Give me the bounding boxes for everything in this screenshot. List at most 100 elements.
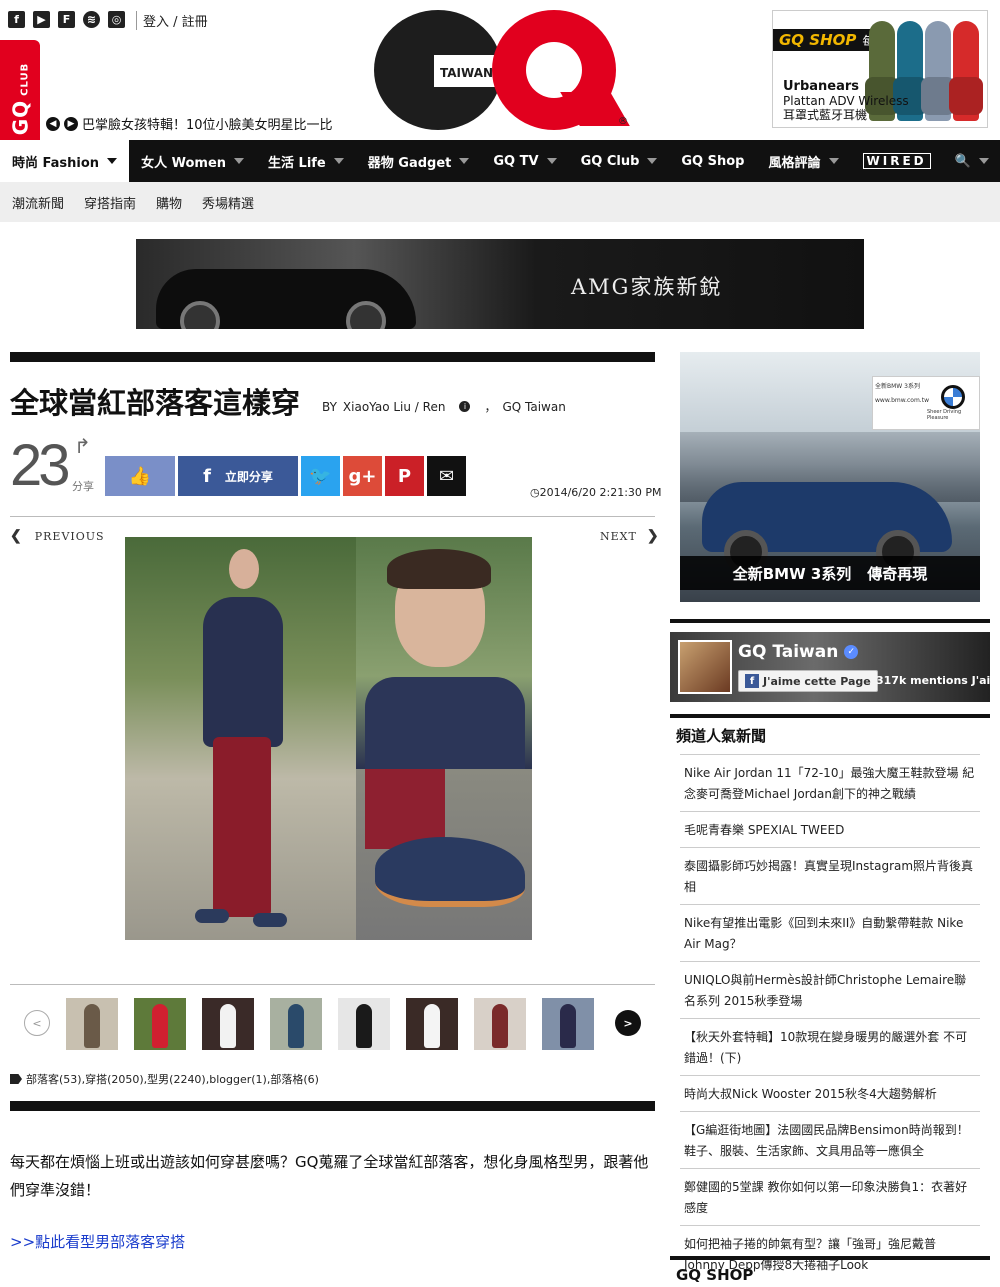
- author-name[interactable]: XiaoYao Liu / Ren: [343, 400, 446, 414]
- headphone-image: [925, 21, 951, 121]
- club-badge: GQ: [8, 99, 32, 136]
- gallery-thumbnail[interactable]: [134, 998, 186, 1050]
- share-label: 分享: [72, 480, 94, 493]
- gq-shop-title: GQ SHOP: [676, 1266, 754, 1284]
- verified-icon: ✓: [844, 645, 859, 659]
- news-ticker: ◀ ▶ 巴掌臉女孩特輯！10位小臉美女明星比一比: [46, 114, 333, 133]
- bmw-caption: 全新BMW 3系列 傳奇再現: [680, 556, 980, 590]
- sidebar-rule: [670, 714, 990, 718]
- next-link[interactable]: NEXT ❯: [600, 528, 660, 544]
- article-main-image[interactable]: [125, 537, 532, 940]
- article-body-rule: [10, 1101, 655, 1111]
- previous-link[interactable]: ❮ PREVIOUS: [10, 528, 105, 544]
- info-icon[interactable]: i: [459, 401, 471, 412]
- nav-item[interactable]: GQ Club: [569, 140, 670, 182]
- gallery-thumbnail[interactable]: [66, 998, 118, 1050]
- popular-news-item[interactable]: 鄭健國的5堂課 教你如何以第一印象決勝負1：衣著好感度: [680, 1168, 980, 1225]
- chevron-left-icon: ❮: [10, 528, 23, 544]
- googleplus-share-button[interactable]: g+: [343, 456, 382, 496]
- social-links: f ▶ F ≋ ◎: [8, 11, 125, 28]
- thumbs-up-icon: 👍: [128, 465, 152, 487]
- nav-item[interactable]: GQ Shop: [669, 140, 756, 182]
- popular-news-item[interactable]: UNIQLO與前Hermès設計師Christophe Lemaire聯名系列 …: [680, 961, 980, 1018]
- sidebar-rule: [670, 1256, 990, 1260]
- pinterest-share-button[interactable]: P: [385, 456, 424, 496]
- ticker-prev-icon[interactable]: ◀: [46, 116, 60, 131]
- email-share-button[interactable]: ✉: [427, 456, 466, 496]
- sub-nav: 潮流新聞 穿搭指南 購物 秀場精選: [0, 182, 1000, 222]
- instagram-icon[interactable]: ◎: [108, 11, 125, 28]
- facebook-icon[interactable]: f: [8, 11, 25, 28]
- facebook-icon: f: [203, 465, 211, 487]
- headphone-image: [953, 21, 979, 121]
- popular-news-item[interactable]: Nike Air Jordan 11「72-10」最強大魔王鞋款登場 紀念麥可喬…: [680, 754, 980, 811]
- tag-icon: [10, 1074, 22, 1084]
- popular-news-item[interactable]: 【G編逛街地圖】法國國民品牌Bensimon時尚報到！鞋子、服裝、生活家飾、文具…: [680, 1111, 980, 1168]
- subnav-item[interactable]: 購物: [156, 193, 182, 212]
- nav-item[interactable]: 風格評論: [757, 140, 851, 182]
- like-button[interactable]: 👍: [105, 456, 175, 496]
- twitter-share-button[interactable]: 🐦: [301, 456, 340, 496]
- chevron-down-icon: [107, 158, 118, 164]
- banner-text: AMG家族新銳: [571, 275, 723, 299]
- nav-item[interactable]: 生活 Life: [256, 140, 356, 182]
- gallery-thumbnail[interactable]: [202, 998, 254, 1050]
- source-name: GQ Taiwan: [502, 399, 566, 414]
- subnav-item[interactable]: 穿搭指南: [84, 193, 136, 212]
- subnav-item[interactable]: 秀場精選: [202, 193, 254, 212]
- popular-news-item[interactable]: Nike有望推出電影《回到未來II》自動繫帶鞋款 Nike Air Mag？: [680, 904, 980, 961]
- amg-banner-ad[interactable]: AMG家族新銳: [136, 239, 864, 329]
- chevron-down-icon: [546, 158, 557, 164]
- fb-page-name[interactable]: GQ Taiwan ✓: [738, 642, 859, 662]
- top-bar: f ▶ F ≋ ◎ 登入 / 註冊 ◀ ▶ 巴掌臉女孩特輯！10位小臉美女明星比…: [0, 0, 1000, 140]
- bmw-logo-icon: [941, 385, 965, 409]
- popular-news-item[interactable]: 泰國攝影師巧妙揭露！真實呈現Instagram照片背後真相: [680, 847, 980, 904]
- nav-search[interactable]: 🔍: [943, 140, 1000, 182]
- gq-logo[interactable]: TAIWAN ®: [374, 10, 630, 132]
- youtube-icon[interactable]: ▶: [33, 11, 50, 28]
- thumbnail-prev-button[interactable]: <: [24, 1010, 50, 1036]
- gallery-thumbnail[interactable]: [542, 998, 594, 1050]
- search-icon[interactable]: 🔍: [955, 154, 971, 169]
- fb-mentions: 317k mentions J'aime: [876, 674, 990, 687]
- blogger-style-link[interactable]: >>點此看型男部落客穿搭: [10, 1231, 185, 1252]
- ticker-next-icon[interactable]: ▶: [64, 116, 78, 131]
- flipboard-icon[interactable]: F: [58, 11, 75, 28]
- nav-item[interactable]: 器物 Gadget: [356, 140, 482, 182]
- gallery-thumbnail[interactable]: [474, 998, 526, 1050]
- popular-news-list: Nike Air Jordan 11「72-10」最強大魔王鞋款登場 紀念麥可喬…: [680, 754, 980, 1282]
- clock-icon: ◷: [530, 486, 540, 499]
- club-small-label: CLUB: [19, 62, 30, 96]
- gq-shop-ad[interactable]: GQ SHOP每週 Urbanears Plattan ADV Wireless…: [772, 10, 988, 128]
- gallery-thumbnail[interactable]: [338, 998, 390, 1050]
- facebook-icon: f: [745, 674, 759, 688]
- bmw-ad[interactable]: 全新BMW 3系列 www.bmw.com.tw Sheer Driving Pl…: [680, 352, 980, 602]
- subnav-item[interactable]: 潮流新聞: [12, 193, 64, 212]
- spotify-icon[interactable]: ≋: [83, 11, 100, 28]
- gallery-thumbnail[interactable]: [270, 998, 322, 1050]
- popular-news-item[interactable]: 【秋天外套特輯】10款現在變身暖男的嚴選外套 不可錯過！(下): [680, 1018, 980, 1075]
- nav-item[interactable]: WIRED: [851, 140, 943, 182]
- ticker-headline[interactable]: 巴掌臉女孩特輯！10位小臉美女明星比一比: [82, 114, 333, 133]
- chevron-down-icon: [647, 158, 658, 164]
- popular-news-item[interactable]: 毛呢青春樂 SPEXIAL TWEED: [680, 811, 980, 847]
- shop-ad-product: Urbanears Plattan ADV Wireless 耳罩式藍牙耳機: [783, 79, 909, 123]
- nav-item[interactable]: 時尚 Fashion: [0, 140, 130, 182]
- nav-item[interactable]: GQ TV: [481, 140, 568, 182]
- tag-links[interactable]: 部落客(53),穿搭(2050),型男(2240),blogger(1),部落格…: [26, 1071, 319, 1087]
- byline: BY XiaoYao Liu / Ren i ， GQ Taiwan: [322, 399, 566, 415]
- thumbnail-next-button[interactable]: >: [615, 1010, 641, 1036]
- fb-like-button[interactable]: f J'aime cette Page: [738, 670, 878, 692]
- publish-date: ◷2014/6/20 2:21:30 PM: [530, 486, 662, 499]
- nav-item[interactable]: 女人 Women: [129, 140, 256, 182]
- chevron-down-icon: [459, 158, 470, 164]
- facebook-share-button[interactable]: f 立即分享: [178, 456, 298, 496]
- facebook-page-widget[interactable]: GQ Taiwan ✓ f J'aime cette Page 317k menti…: [670, 632, 990, 702]
- gallery-thumbnail[interactable]: [406, 998, 458, 1050]
- popular-news-item[interactable]: 時尚大叔Nick Wooster 2015秋冬4大趨勢解析: [680, 1075, 980, 1111]
- fb-page-avatar: [678, 640, 732, 694]
- login-link[interactable]: 登入 / 註冊: [136, 11, 208, 30]
- tag-list: 部落客(53),穿搭(2050),型男(2240),blogger(1),部落格…: [10, 1071, 319, 1087]
- article-lead: 每天都在煩惱上班或出遊該如何穿甚麼嗎？GQ蒐羅了全球當紅部落客，想化身風格型男，…: [10, 1153, 649, 1199]
- pinterest-icon: P: [397, 465, 412, 487]
